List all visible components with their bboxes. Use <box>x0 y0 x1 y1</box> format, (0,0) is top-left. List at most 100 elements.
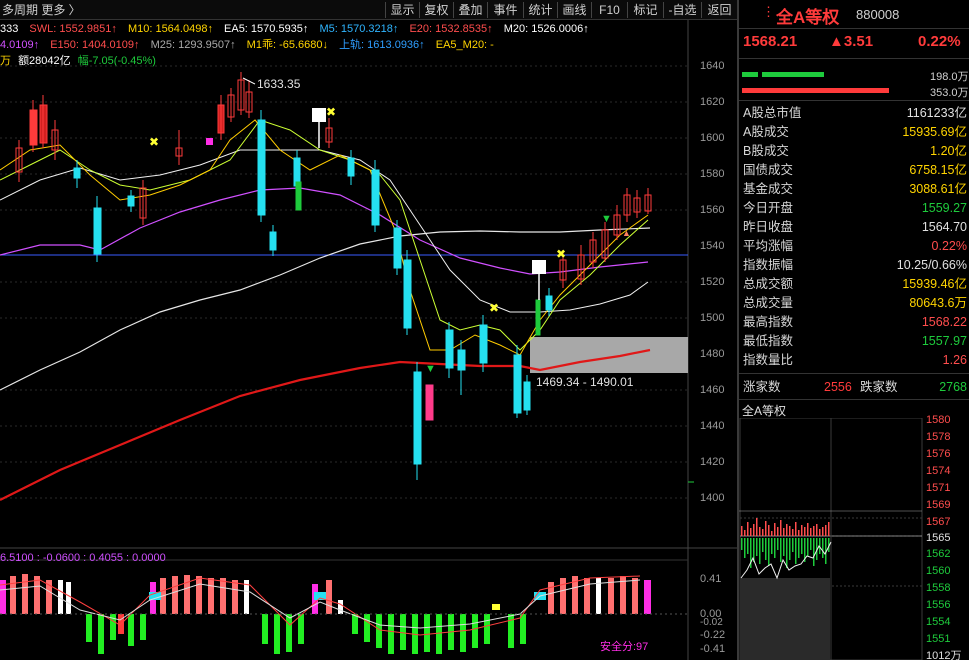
intraday-down-bar <box>768 538 770 566</box>
intraday-up-bar <box>789 526 791 536</box>
chart-toolbar: 多周期 更多 〉 显示 复权 叠加 事件 统计 画线 F10 标记 -自选 返回 <box>0 0 737 20</box>
stat-value: 1564.70 <box>921 220 967 234</box>
price-tick: 1540 <box>700 240 725 252</box>
down-count: 2768 <box>939 380 967 394</box>
stat-label: 基金成交 <box>743 182 794 196</box>
intraday-up-bar <box>825 525 827 536</box>
toolbar-overlay-button[interactable]: 叠加 <box>453 2 487 18</box>
intraday-down-bar <box>780 538 782 562</box>
mini-tick-up: 1571 <box>926 482 951 494</box>
mini-tick-up: 1567 <box>926 516 951 528</box>
signal-marker <box>532 260 546 274</box>
mini-tick-down: 1558 <box>926 582 951 594</box>
intraday-down-bar <box>774 538 776 558</box>
macd-tick: -0.22 <box>700 629 726 641</box>
intraday-down-bar <box>801 538 803 554</box>
toolbar-display-button[interactable]: 显示 <box>385 2 419 18</box>
price-tick: 1420 <box>700 456 725 468</box>
divider <box>739 373 969 374</box>
divider <box>739 399 969 400</box>
stat-label: 最低指数 <box>743 334 794 348</box>
price-tick: 1640 <box>700 60 725 72</box>
stat-value: 1161233亿 <box>906 106 967 120</box>
last-price: 1568.21 <box>743 33 798 50</box>
toolbar-adjust-button[interactable]: 复权 <box>419 2 453 18</box>
price-tick: 1460 <box>700 384 725 396</box>
svg-text:✖: ✖ <box>556 247 566 261</box>
price-tick: 1560 <box>700 204 725 216</box>
intraday-down-bar <box>777 538 779 550</box>
stat-label: B股成交 <box>743 144 789 158</box>
price-tick: 1520 <box>700 276 725 288</box>
stat-row: A股成交 15935.69亿 <box>740 123 969 142</box>
stat-row: 指数振幅 10.25/0.66% <box>740 256 969 275</box>
mini-tick-down: 1556 <box>926 599 951 611</box>
safety-score: 安全分:97 <box>600 641 649 653</box>
stat-value: 1557.97 <box>921 334 967 348</box>
macd-header: 6.5100 : -0.0600 : 0.4055 : 0.0000 <box>0 552 166 564</box>
intraday-up-bar <box>768 525 770 536</box>
period-menu[interactable]: 多周期 更多 〉 <box>2 2 81 18</box>
svg-text:✖: ✖ <box>326 105 336 119</box>
stat-value: 10.25/0.66% <box>896 258 967 272</box>
sell-bar <box>742 88 889 93</box>
macd-tick: -0.41 <box>700 643 726 655</box>
stat-value: 6758.15亿 <box>909 163 967 177</box>
svg-text:▼: ▼ <box>601 213 612 225</box>
stat-label: 最高指数 <box>743 315 794 329</box>
intraday-down-bar <box>747 538 749 554</box>
intraday-down-bar <box>765 538 767 560</box>
stat-row: 最高指数 1568.22 <box>740 313 969 332</box>
svg-text:▲: ▲ <box>622 228 631 238</box>
mini-tick-up: 1574 <box>926 465 951 477</box>
macd-tick: -0.02 <box>700 617 723 628</box>
intraday-up-bar <box>780 520 782 536</box>
intraday-up-bar <box>741 526 743 536</box>
high-price-label: 1633.35 <box>257 77 301 91</box>
intraday-up-bar <box>744 530 746 536</box>
toolbar-f10-button[interactable]: F10 <box>591 2 627 18</box>
signal-marker <box>312 108 326 122</box>
macd-values: 6.5100 : -0.0600 : 0.4055 : 0.0000 <box>0 552 166 564</box>
breadth-row: 涨家数 2556 跌家数 2768 <box>740 378 969 397</box>
toolbar-mark-button[interactable]: 标记 <box>627 2 663 18</box>
stat-value: 3088.61亿 <box>909 182 967 196</box>
intraday-down-bar <box>783 538 785 556</box>
price-tick: 1440 <box>700 420 725 432</box>
stat-value: 1.26 <box>942 353 967 367</box>
stat-label: A股总市值 <box>743 106 802 120</box>
mini-tick-mid: 1565 <box>926 532 951 544</box>
intraday-down-bar <box>759 538 761 564</box>
svg-text:▼: ▼ <box>425 363 436 375</box>
stat-value: 1568.22 <box>921 315 967 329</box>
intraday-down-bar <box>807 538 809 556</box>
toolbar-draw-button[interactable]: 画线 <box>557 2 591 18</box>
intraday-up-bar <box>828 522 830 536</box>
candlestick-chart[interactable]: ✖ ✖ ✖ ✖ ▼ ▼ ▲ <box>0 20 737 660</box>
price-tick: 1500 <box>700 312 725 324</box>
intraday-down-bar <box>810 538 812 550</box>
stat-label: 国债成交 <box>743 163 794 177</box>
title-icon: ⋮ <box>762 4 775 19</box>
stat-row: A股总市值 1161233亿 <box>740 104 969 123</box>
stat-value: 1.20亿 <box>930 144 967 158</box>
stat-value: 15935.69亿 <box>902 125 967 139</box>
stat-row: B股成交 1.20亿 <box>740 142 969 161</box>
stat-label: 总成交量 <box>743 296 794 310</box>
intraday-up-bar <box>783 528 785 536</box>
intraday-up-bar <box>777 527 779 536</box>
intraday-down-bar <box>798 538 800 558</box>
toolbar-event-button[interactable]: 事件 <box>487 2 523 18</box>
price-tick: 1580 <box>700 168 725 180</box>
mini-tick-down: 1560 <box>926 565 951 577</box>
buy-bar <box>762 72 824 77</box>
toolbar-stats-button[interactable]: 统计 <box>523 2 557 18</box>
price-tick: 1480 <box>700 348 725 360</box>
intraday-down-bar <box>744 538 746 558</box>
toolbar-back-button[interactable]: 返回 <box>701 2 737 18</box>
toolbar-watchlist-button[interactable]: -自选 <box>663 2 701 18</box>
svg-text:✖: ✖ <box>489 301 499 315</box>
stat-row: 昨日收盘 1564.70 <box>740 218 969 237</box>
mini-tick-up: 1580 <box>926 414 951 426</box>
bar1-value: 198.0万 <box>930 71 969 83</box>
